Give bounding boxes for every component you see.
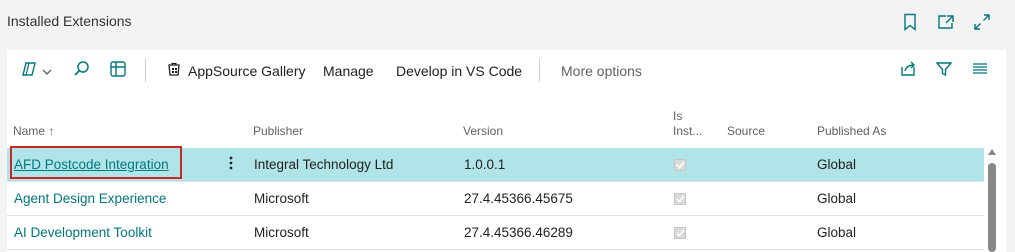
page-layout-button[interactable] — [109, 50, 127, 91]
table-row[interactable]: AI Development Toolkit Microsoft 27.4.45… — [7, 216, 984, 250]
row-version: 1.0.0.1 — [464, 157, 506, 172]
row-publisher: Microsoft — [254, 225, 309, 240]
page-layout-icon — [109, 60, 127, 81]
row-version: 27.4.45366.45675 — [464, 191, 573, 206]
row-publisher: Integral Technology Ltd — [254, 157, 394, 172]
view-switch-button[interactable] — [20, 50, 52, 91]
action-bar: AppSource Gallery Manage Develop in VS C… — [7, 50, 1006, 92]
page-title: Installed Extensions — [7, 13, 132, 29]
column-header-version[interactable]: Version — [463, 124, 503, 138]
bookmark-icon[interactable] — [900, 11, 920, 33]
appsource-gallery-label: AppSource Gallery — [188, 62, 306, 79]
expand-icon[interactable] — [972, 11, 992, 33]
row-name: Agent Design Experience — [14, 191, 167, 206]
filter-button[interactable] — [935, 50, 953, 91]
row-name-link[interactable]: AI Development Toolkit — [14, 216, 152, 249]
table-row[interactable]: Agent Design Experience Microsoft 27.4.4… — [7, 182, 984, 216]
manage-label: Manage — [323, 62, 374, 79]
column-header-is-installed-line2[interactable]: Inst... — [673, 124, 702, 138]
analysis-mode-icon — [20, 60, 40, 81]
list-view-icon — [972, 62, 988, 79]
row-version: 27.4.45366.46289 — [464, 225, 573, 240]
toolbar-divider — [539, 59, 540, 82]
vertical-scrollbar[interactable] — [987, 149, 997, 252]
appsource-gallery-button[interactable]: AppSource Gallery — [166, 50, 306, 91]
open-in-new-window-icon[interactable] — [936, 11, 956, 33]
column-header-name[interactable]: Name ↑ — [13, 124, 54, 138]
row-menu-button[interactable] — [228, 148, 234, 181]
filter-icon — [935, 60, 953, 81]
sort-ascending-icon: ↑ — [48, 124, 55, 138]
manage-button[interactable]: Manage — [323, 50, 374, 91]
appsource-icon — [166, 61, 182, 80]
search-button[interactable] — [73, 50, 91, 91]
column-header-published-as[interactable]: Published As — [817, 124, 886, 138]
row-name: AI Development Toolkit — [14, 225, 152, 240]
row-publisher: Microsoft — [254, 191, 309, 206]
chevron-down-icon — [42, 63, 52, 79]
column-header-is-installed-line1[interactable]: Is — [673, 109, 682, 123]
column-header-source[interactable]: Source — [727, 124, 765, 138]
scroll-up-arrow-icon[interactable] — [988, 149, 996, 155]
header-actions — [900, 11, 992, 33]
row-is-installed — [674, 216, 686, 249]
row-is-installed — [674, 148, 686, 181]
row-name-link[interactable]: Agent Design Experience — [14, 182, 166, 215]
row-name-link[interactable]: AFD Postcode Integration — [14, 148, 169, 181]
checkbox-checked-icon — [674, 192, 686, 205]
row-published-as: Global — [817, 225, 857, 240]
row-name: AFD Postcode Integration — [14, 157, 169, 172]
row-published-as: Global — [817, 157, 857, 172]
checkbox-checked-icon — [674, 158, 686, 171]
column-header-name-label: Name — [13, 124, 46, 138]
table-row[interactable]: AFD Postcode Integration Integral Techno… — [7, 146, 984, 182]
list-view-button[interactable] — [972, 50, 988, 91]
develop-label: Develop in VS Code — [396, 62, 523, 79]
checkbox-checked-icon — [674, 226, 686, 239]
extensions-list: Name ↑ Publisher Version Is Inst... Sour… — [7, 91, 1006, 252]
row-is-installed — [674, 182, 686, 215]
scroll-thumb[interactable] — [988, 163, 996, 252]
share-button[interactable] — [899, 50, 917, 91]
develop-in-vscode-button[interactable]: Develop in VS Code — [396, 50, 522, 91]
search-icon — [73, 60, 91, 81]
page-header: Installed Extensions — [0, 0, 1015, 50]
column-header-publisher[interactable]: Publisher — [253, 124, 303, 138]
more-options-button[interactable]: More options — [561, 50, 642, 91]
more-options-label: More options — [561, 62, 642, 79]
share-icon — [899, 60, 917, 81]
toolbar-divider — [145, 59, 146, 82]
more-vertical-icon — [228, 155, 234, 174]
row-published-as: Global — [817, 191, 857, 206]
